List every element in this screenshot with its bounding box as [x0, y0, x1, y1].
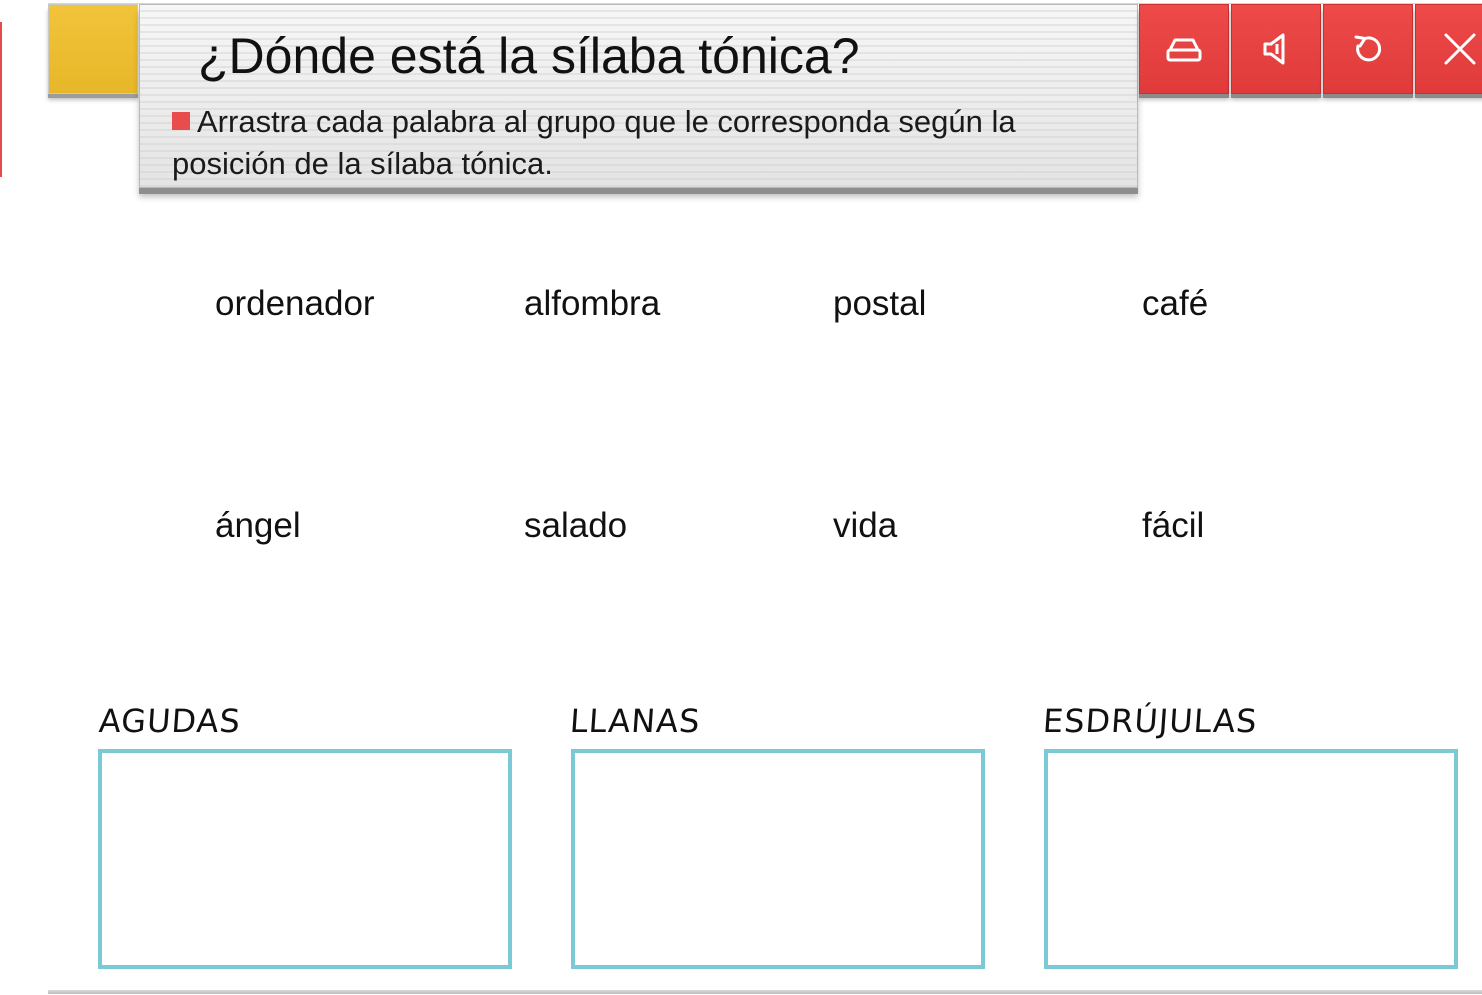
drop-zone-llanas[interactable]	[571, 749, 985, 969]
header-panel: ¿Dónde está la sílaba tónica? Arrastra c…	[139, 4, 1138, 188]
group-label-esdrujulas: ESDRÚJULAS	[1041, 702, 1259, 740]
drop-zone-esdrujulas[interactable]	[1044, 749, 1458, 969]
bullet-square-icon	[172, 112, 190, 130]
word-card[interactable]: ordenador	[215, 284, 375, 324]
page-title: ¿Dónde está la sílaba tónica?	[198, 28, 860, 84]
instruction: Arrastra cada palabra al grupo que le co…	[172, 101, 1112, 185]
activity-stage: ¿Dónde está la sílaba tónica? Arrastra c…	[0, 0, 1482, 995]
word-card[interactable]: vida	[833, 506, 897, 546]
drop-zone-agudas[interactable]	[98, 749, 512, 969]
toolbar	[1139, 4, 1482, 94]
close-icon	[1444, 33, 1476, 65]
close-button[interactable]	[1415, 4, 1482, 94]
audio-button[interactable]	[1231, 4, 1321, 94]
refresh-icon	[1354, 35, 1382, 62]
eraser-icon	[1166, 38, 1202, 62]
word-card[interactable]: fácil	[1142, 506, 1204, 546]
word-card[interactable]: ángel	[215, 506, 301, 546]
speaker-icon	[1263, 33, 1285, 65]
instruction-text: Arrastra cada palabra al grupo que le co…	[172, 104, 1016, 181]
word-card[interactable]: salado	[524, 506, 627, 546]
activity-color-tab	[48, 4, 138, 94]
left-edge-strip	[0, 22, 2, 177]
group-label-llanas: LLANAS	[568, 702, 702, 740]
group-label-agudas: AGUDAS	[97, 702, 243, 740]
bottom-divider	[48, 990, 1482, 994]
word-card[interactable]: alfombra	[524, 284, 660, 324]
word-card[interactable]: postal	[833, 284, 926, 324]
clear-button[interactable]	[1139, 4, 1229, 94]
reset-button[interactable]	[1323, 4, 1413, 94]
word-card[interactable]: café	[1142, 284, 1208, 324]
